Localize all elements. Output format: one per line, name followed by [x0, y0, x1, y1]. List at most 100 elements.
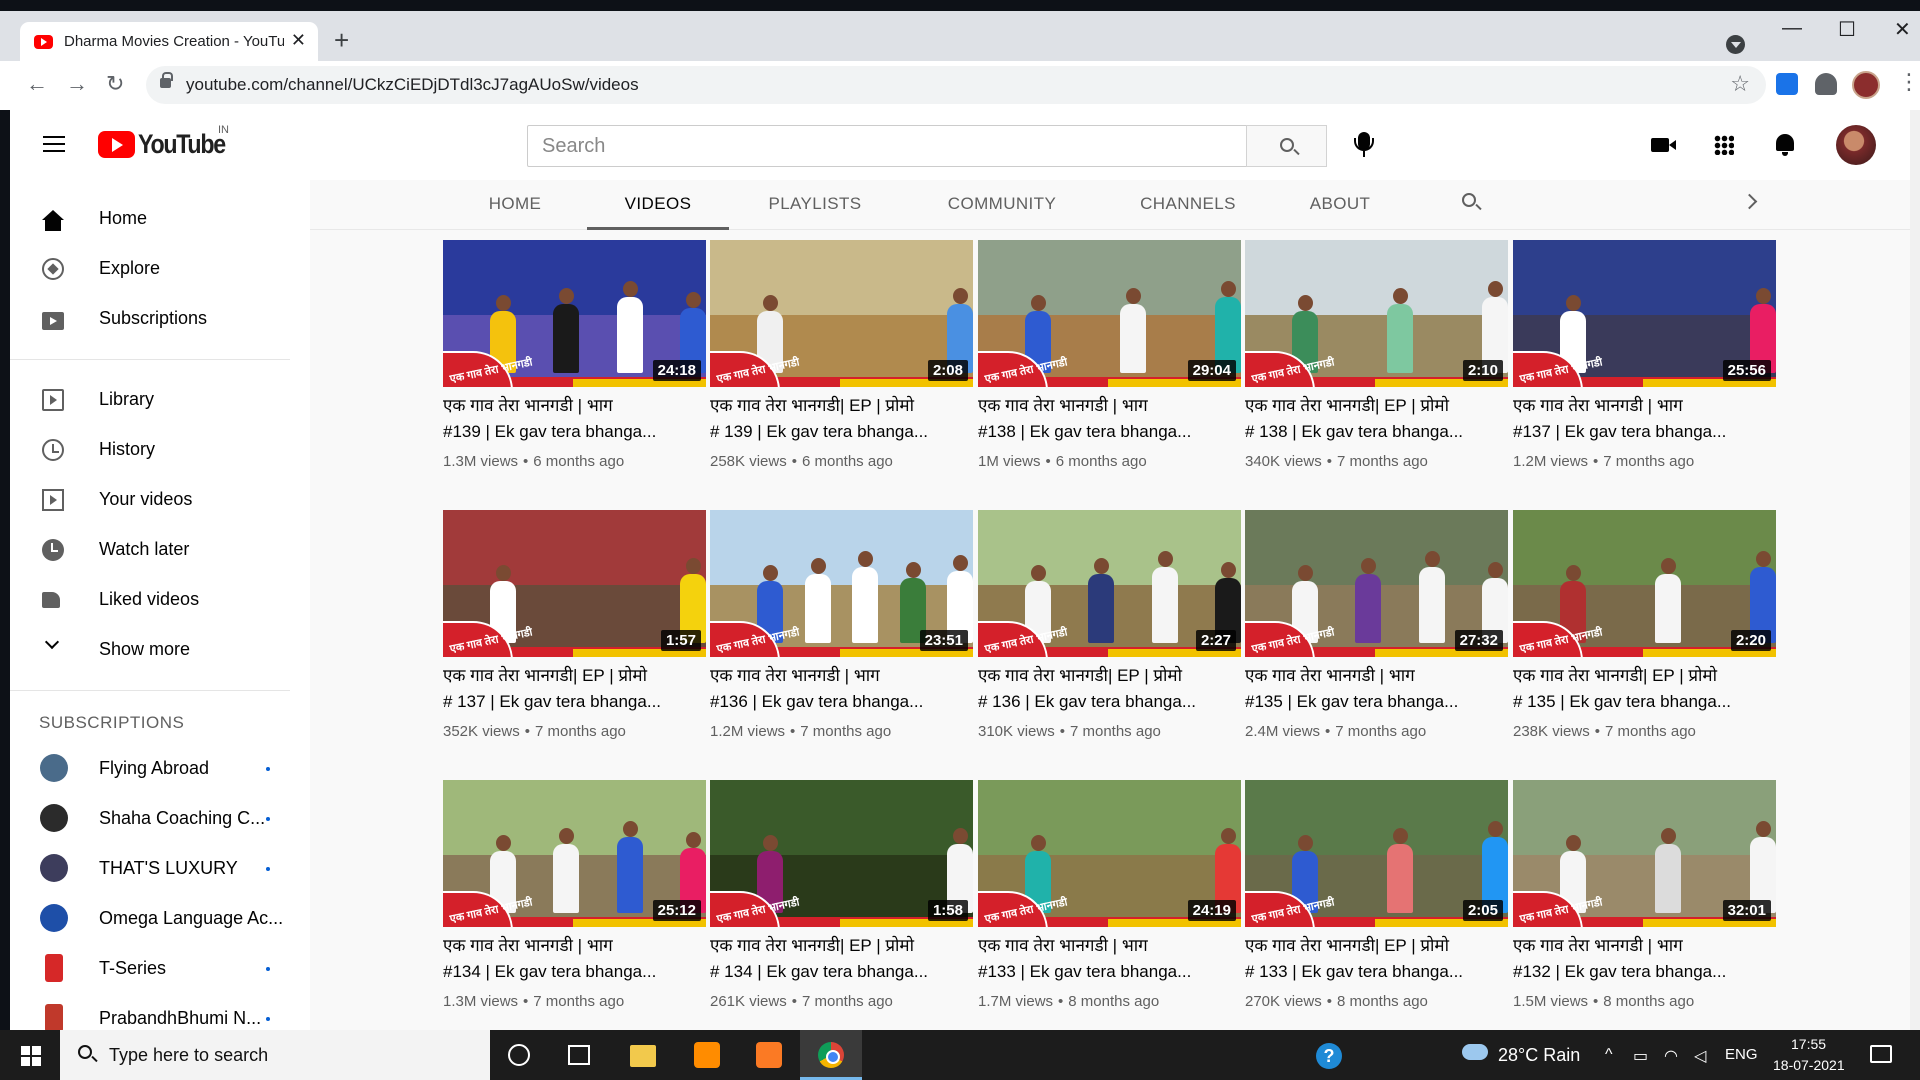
browser-tab[interactable]: Dharma Movies Creation - YouTube ✕	[20, 22, 318, 61]
video-card[interactable]: एक गाव तेरा भानगडी 2:20 एक गाव तेरा भानगडी…	[1513, 510, 1776, 760]
video-card[interactable]: एक गाव तेरा भानगडी 24:19 एक गाव तेरा भानगड…	[978, 780, 1241, 1030]
back-arrow-icon[interactable]: ←	[26, 71, 48, 97]
video-card[interactable]: एक गाव तेरा भानगडी 2:10 एक गाव तेरा भानगडी…	[1245, 240, 1508, 490]
chevron-right-icon[interactable]	[1741, 193, 1758, 210]
battery-icon[interactable]: ▭	[1633, 1046, 1648, 1066]
profile-avatar[interactable]	[1852, 71, 1880, 99]
video-title[interactable]: एक गाव तेरा भानगडी| EP | प्रोमो # 136 | E…	[978, 663, 1236, 715]
video-title[interactable]: एक गाव तेरा भानगडी| EP | प्रोमो # 135 | E…	[1513, 663, 1771, 715]
video-thumbnail[interactable]: एक गाव तेरा भानगडी 2:10	[1245, 240, 1508, 387]
video-title[interactable]: एक गाव तेरा भानगडी| EP | प्रोमो # 138 | E…	[1245, 393, 1503, 445]
video-thumbnail[interactable]: एक गाव तेरा भानगडी 1:58	[710, 780, 973, 927]
video-thumbnail[interactable]: एक गाव तेरा भानगडी 24:18	[443, 240, 706, 387]
video-card[interactable]: एक गाव तेरा भानगडी 23:51 एक गाव तेरा भानगड…	[710, 510, 973, 760]
forward-arrow-icon[interactable]: →	[66, 71, 88, 97]
video-card[interactable]: एक गाव तेरा भानगडी 32:01 एक गाव तेरा भानगड…	[1513, 780, 1776, 1030]
youtube-logo-icon[interactable]	[98, 131, 135, 158]
cortana-icon[interactable]	[508, 1044, 530, 1066]
search-button[interactable]	[1246, 125, 1327, 167]
video-thumbnail[interactable]: एक गाव तेरा भानगडी 2:20	[1513, 510, 1776, 657]
subscription-item[interactable]: Shaha Coaching C...	[10, 793, 310, 843]
clock-time[interactable]: 17:55	[1791, 1036, 1826, 1052]
video-thumbnail[interactable]: एक गाव तेरा भानगडी 32:01	[1513, 780, 1776, 927]
tab-channels[interactable]: CHANNELS	[1113, 180, 1263, 230]
minimize-icon[interactable]: —	[1782, 17, 1802, 40]
subscription-item[interactable]: Flying Abroad	[10, 743, 310, 793]
video-card[interactable]: एक गाव तेरा भानगडी 29:04 एक गाव तेरा भानगड…	[978, 240, 1241, 490]
extension-icon[interactable]	[1776, 73, 1798, 95]
video-title[interactable]: एक गाव तेरा भानगडी | भाग #135 | Ek gav te…	[1245, 663, 1503, 715]
tab-close-button[interactable]: ✕	[291, 30, 306, 51]
window-close-icon[interactable]: ✕	[1894, 17, 1911, 42]
video-title[interactable]: एक गाव तेरा भानगडी| EP | प्रोमो # 134 | E…	[710, 933, 968, 985]
sidebar-item-show-more[interactable]: Show more	[10, 624, 310, 674]
video-card[interactable]: एक गाव तेरा भानगडी 24:18 एक गाव तेरा भानगड…	[443, 240, 706, 490]
video-thumbnail[interactable]: एक गाव तेरा भानगडी 25:56	[1513, 240, 1776, 387]
video-title[interactable]: एक गाव तेरा भानगडी | भाग #132 | Ek gav te…	[1513, 933, 1771, 985]
bookmark-star-icon[interactable]: ☆	[1730, 71, 1750, 97]
tab-about[interactable]: ABOUT	[1290, 180, 1390, 230]
video-card[interactable]: एक गाव तेरा भानगडी 25:12 एक गाव तेरा भानगड…	[443, 780, 706, 1030]
clock-date[interactable]: 18-07-2021	[1773, 1057, 1845, 1073]
subscription-item[interactable]: Omega Language Ac...	[10, 893, 310, 943]
help-icon[interactable]: ?	[1316, 1043, 1342, 1069]
video-thumbnail[interactable]: एक गाव तेरा भानगडी 23:51	[710, 510, 973, 657]
hamburger-menu-icon[interactable]	[43, 136, 65, 152]
subscription-item[interactable]: T-Series	[10, 943, 310, 993]
video-thumbnail[interactable]: एक गाव तेरा भानगडी 2:05	[1245, 780, 1508, 927]
new-tab-button[interactable]: +	[334, 25, 349, 56]
sidebar-item-watch-later[interactable]: Watch later	[10, 524, 310, 574]
taskbar-search[interactable]: Type here to search	[60, 1030, 490, 1080]
maximize-icon[interactable]: ☐	[1838, 17, 1856, 42]
create-video-icon[interactable]	[1651, 138, 1676, 152]
page-scrollbar[interactable]	[1910, 110, 1920, 1030]
tab-home[interactable]: HOME	[465, 180, 565, 230]
video-card[interactable]: एक गाव तेरा भानगडी 2:27 एक गाव तेरा भानगडी…	[978, 510, 1241, 760]
apps-grid-icon[interactable]	[1714, 135, 1734, 155]
sublime-text-icon[interactable]	[694, 1042, 720, 1068]
sidebar-item-subscriptions[interactable]: Subscriptions	[10, 293, 310, 343]
microphone-icon[interactable]	[1354, 132, 1374, 157]
tab-search-icon[interactable]	[1726, 35, 1745, 54]
video-title[interactable]: एक गाव तेरा भानगडी | भाग #133 | Ek gav te…	[978, 933, 1236, 985]
video-thumbnail[interactable]: एक गाव तेरा भानगडी 1:57	[443, 510, 706, 657]
video-card[interactable]: एक गाव तेरा भानगडी 2:05 एक गाव तेरा भानगडी…	[1245, 780, 1508, 1030]
video-title[interactable]: एक गाव तेरा भानगडी | भाग #134 | Ek gav te…	[443, 933, 701, 985]
video-title[interactable]: एक गाव तेरा भानगडी| EP | प्रोमो # 139 | E…	[710, 393, 968, 445]
file-explorer-icon[interactable]	[630, 1045, 656, 1067]
subscription-item[interactable]: THAT'S LUXURY	[10, 843, 310, 893]
video-title[interactable]: एक गाव तेरा भानगडी| EP | प्रोमो # 137 | E…	[443, 663, 701, 715]
tray-chevron-icon[interactable]: ^	[1605, 1046, 1613, 1064]
video-thumbnail[interactable]: एक गाव तेरा भानगडी 27:32	[1245, 510, 1508, 657]
url-text[interactable]: youtube.com/channel/UCkzCiEDjDTdl3cJ7agA…	[186, 75, 639, 95]
video-title[interactable]: एक गाव तेरा भानगडी | भाग #138 | Ek gav te…	[978, 393, 1236, 445]
video-title[interactable]: एक गाव तेरा भानगडी | भाग #137 | Ek gav te…	[1513, 393, 1771, 445]
reload-icon[interactable]: ↻	[106, 71, 124, 97]
xampp-icon[interactable]	[756, 1042, 782, 1068]
sidebar-item-explore[interactable]: Explore	[10, 243, 310, 293]
youtube-logo-text[interactable]: YouTube	[138, 129, 226, 160]
video-thumbnail[interactable]: एक गाव तेरा भानगडी 2:27	[978, 510, 1241, 657]
windows-start-icon[interactable]	[21, 1046, 41, 1066]
chrome-icon[interactable]	[818, 1042, 844, 1068]
task-view-icon[interactable]	[568, 1045, 590, 1065]
search-input[interactable]	[528, 126, 1246, 166]
video-card[interactable]: एक गाव तेरा भानगडी 1:58 एक गाव तेरा भानगडी…	[710, 780, 973, 1030]
subscription-item[interactable]: PrabandhBhumi N...	[10, 993, 310, 1030]
sidebar-item-your-videos[interactable]: Your videos	[10, 474, 310, 524]
tab-videos[interactable]: VIDEOS	[587, 180, 729, 230]
video-thumbnail[interactable]: एक गाव तेरा भानगडी 2:08	[710, 240, 973, 387]
video-title[interactable]: एक गाव तेरा भानगडी | भाग #136 | Ek gav te…	[710, 663, 968, 715]
puzzle-icon[interactable]	[1815, 73, 1837, 95]
video-thumbnail[interactable]: एक गाव तेरा भानगडी 25:12	[443, 780, 706, 927]
video-card[interactable]: एक गाव तेरा भानगडी 1:57 एक गाव तेरा भानगडी…	[443, 510, 706, 760]
search-field[interactable]	[527, 125, 1247, 167]
language-indicator[interactable]: ENG	[1725, 1046, 1758, 1063]
tab-playlists[interactable]: PLAYLISTS	[745, 180, 885, 230]
video-title[interactable]: एक गाव तेरा भानगडी | भाग #139 | Ek gav te…	[443, 393, 701, 445]
video-card[interactable]: एक गाव तेरा भानगडी 25:56 एक गाव तेरा भानगड…	[1513, 240, 1776, 490]
sidebar-item-home[interactable]: Home	[10, 193, 310, 243]
notifications-icon[interactable]	[1870, 1045, 1892, 1063]
sidebar-item-history[interactable]: History	[10, 424, 310, 474]
sidebar-item-liked-videos[interactable]: Liked videos	[10, 574, 310, 624]
